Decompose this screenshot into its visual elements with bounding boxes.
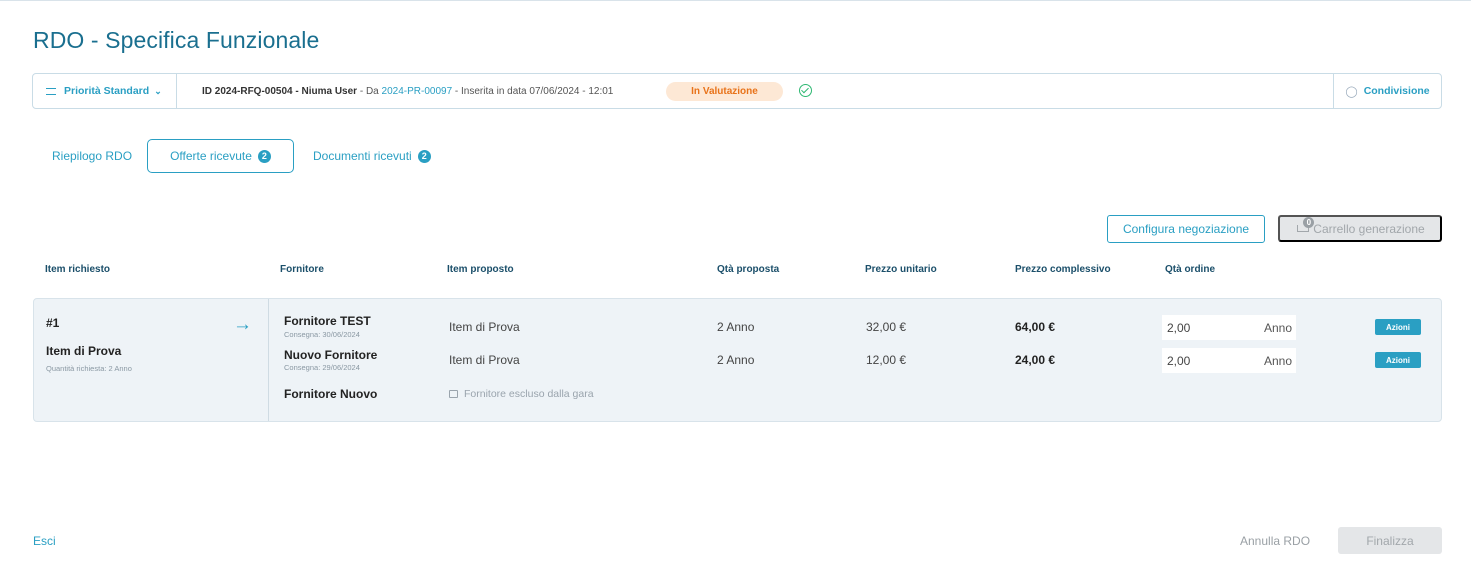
order-qty-input[interactable]: 2,00 Anno xyxy=(1162,315,1296,340)
actions-button[interactable]: Azioni xyxy=(1375,352,1421,368)
order-qty-unit: Anno xyxy=(1263,321,1292,335)
requested-item-qty: Quantità richiesta: 2 Anno xyxy=(46,364,132,373)
header-qta-ordine: Qtà ordine xyxy=(1165,264,1216,275)
tab-label: Documenti ricevuti xyxy=(313,149,412,163)
header-prezzo-complessivo: Prezzo complessivo xyxy=(1015,264,1111,275)
tab-riepilogo[interactable]: Riepilogo RDO xyxy=(52,139,132,173)
share-label: Condivisione xyxy=(1363,85,1430,97)
purchase-request-link[interactable]: 2024-PR-00097 xyxy=(382,86,453,97)
header-fornitore: Fornitore xyxy=(280,264,324,275)
check-circle-icon xyxy=(799,84,812,97)
order-qty-value: 2,00 xyxy=(1167,353,1191,368)
exit-link[interactable]: Esci xyxy=(33,534,56,548)
page-title: RDO - Specifica Funzionale xyxy=(33,27,320,53)
finalize-button[interactable]: Finalizza xyxy=(1338,527,1442,554)
priority-dropdown[interactable]: Priorità Standard ⌄ xyxy=(33,74,177,108)
order-qty-value: 2,00 xyxy=(1167,320,1191,335)
status-badge: In Valutazione xyxy=(666,82,783,101)
count-badge: 2 xyxy=(417,149,431,163)
comment-icon xyxy=(449,390,458,398)
cart-icon: 0 xyxy=(1295,217,1315,234)
proposed-item: Item di Prova xyxy=(449,353,520,367)
total-price: 24,00 € xyxy=(1015,353,1056,367)
actions-button[interactable]: Azioni xyxy=(1375,319,1421,335)
priority-label: Priorità Standard xyxy=(64,85,150,97)
header-item-proposto: Item proposto xyxy=(447,264,514,275)
cancel-rdo-button[interactable]: Annulla RDO xyxy=(1240,534,1310,548)
count-badge: 2 xyxy=(257,149,271,163)
order-qty-input[interactable]: 2,00 Anno xyxy=(1162,348,1296,373)
proposed-item: Item di Prova xyxy=(449,320,520,334)
supplier-name: Nuovo Fornitore xyxy=(284,348,378,362)
card-divider xyxy=(268,299,269,421)
header-item-richiesto: Item richiesto xyxy=(45,264,111,275)
user-add-icon: ◯ xyxy=(1345,85,1358,98)
requested-item-name: Item di Prova xyxy=(46,344,122,358)
tab-label: Riepilogo RDO xyxy=(52,149,133,163)
chevron-down-icon: ⌄ xyxy=(154,85,162,96)
inserted-date: - Inserita in data 07/06/2024 - 12:01 xyxy=(452,85,614,97)
excluded-note-text: Fornitore escluso dalla gara xyxy=(464,388,594,400)
configure-negotiation-button[interactable]: Configura negoziazione xyxy=(1107,215,1265,243)
from-prefix: - Da xyxy=(357,85,382,97)
unit-price: 32,00 € xyxy=(866,320,907,334)
cart-label: Carrello generazione xyxy=(1313,221,1425,236)
share-button[interactable]: ◯ Condivisione xyxy=(1333,74,1441,108)
info-bar: Priorità Standard ⌄ ID 2024-RFQ-00504 - … xyxy=(32,73,1442,109)
delivery-date: Consegna: 29/06/2024 xyxy=(284,363,360,372)
proposed-qty: 2 Anno xyxy=(717,320,755,334)
total-price: 64,00 € xyxy=(1015,320,1056,334)
tab-documenti[interactable]: Documenti ricevuti 2 xyxy=(313,139,431,173)
top-divider xyxy=(0,0,1471,1)
unit-price: 12,00 € xyxy=(866,353,907,367)
rfq-id: ID 2024-RFQ-00504 - Niuma User xyxy=(202,85,358,97)
order-qty-unit: Anno xyxy=(1263,354,1292,368)
rfq-info: ID 2024-RFQ-00504 - Niuma User - Da 2024… xyxy=(202,74,613,108)
cart-generation-button[interactable]: 0 Carrello generazione xyxy=(1278,215,1442,242)
excluded-note: Fornitore escluso dalla gara xyxy=(449,388,594,400)
requested-item-number: #1 xyxy=(46,316,60,330)
supplier-name: Fornitore TEST xyxy=(284,314,371,328)
tab-label: Offerte ricevute xyxy=(170,149,252,163)
tab-offerte[interactable]: Offerte ricevute 2 xyxy=(147,139,294,173)
header-qta-proposta: Qtà proposta xyxy=(717,264,780,275)
delivery-date: Consegna: 30/06/2024 xyxy=(284,330,360,339)
excluded-supplier-name: Fornitore Nuovo xyxy=(284,387,378,401)
header-prezzo-unitario: Prezzo unitario xyxy=(865,264,937,275)
arrow-right-icon: → xyxy=(233,314,252,335)
menu-icon xyxy=(46,87,56,95)
proposed-qty: 2 Anno xyxy=(717,353,755,367)
